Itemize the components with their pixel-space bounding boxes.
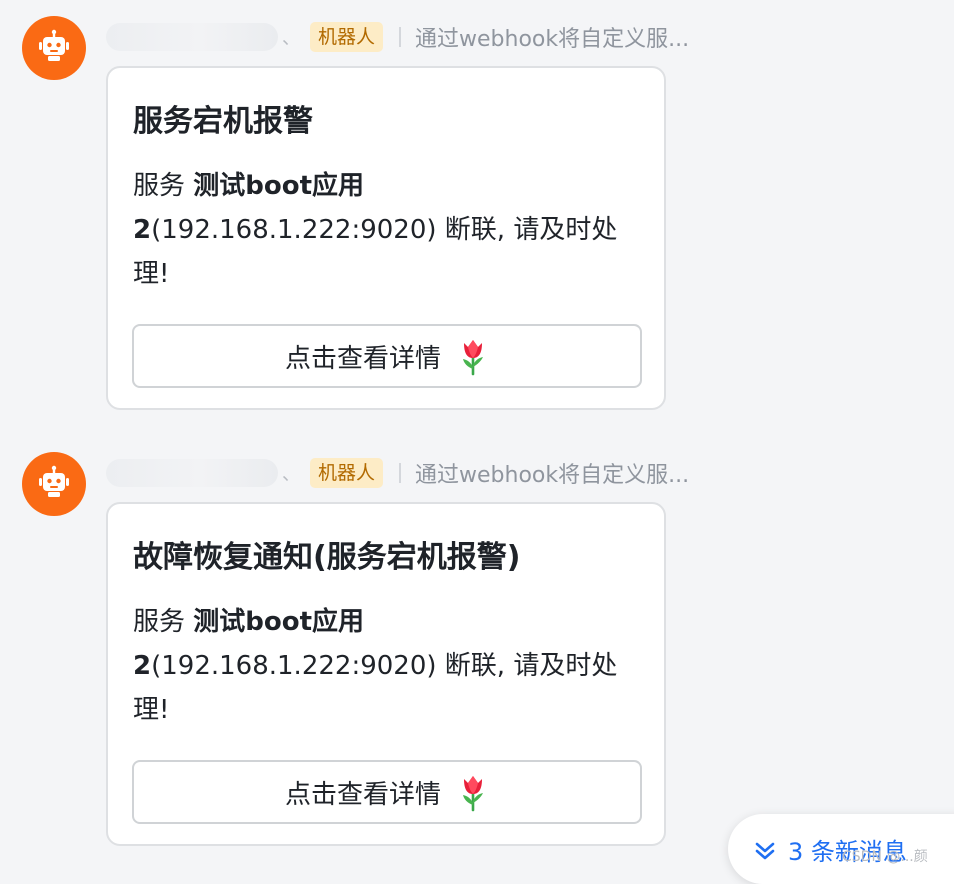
- sender-separator: 、: [282, 28, 300, 49]
- card-body-prefix: 服务: [133, 607, 194, 637]
- sender-separator: 、: [282, 464, 300, 485]
- card-title: 服务宕机报警: [133, 104, 313, 139]
- view-details-button[interactable]: 点击查看详情: [132, 760, 642, 824]
- bot-avatar[interactable]: [22, 16, 86, 80]
- bot-tag: 机器人: [310, 458, 384, 488]
- alert-card: 服务宕机报警 服务 测试boot应用2(192.168.1.222:9020) …: [106, 66, 666, 410]
- bot-avatar[interactable]: [22, 452, 86, 516]
- card-body: 服务 测试boot应用2(192.168.1.222:9020) 断联, 请及时…: [133, 164, 633, 296]
- card-body-detail: (192.168.1.222:9020) 断联, 请及时处理!: [133, 651, 618, 725]
- tulip-icon: [457, 336, 489, 376]
- header-divider: [399, 27, 402, 47]
- robot-icon: [37, 29, 71, 67]
- view-details-button[interactable]: 点击查看详情: [132, 324, 642, 388]
- card-title: 故障恢复通知(服务宕机报警): [133, 540, 521, 575]
- double-chevron-down-icon: [754, 840, 776, 862]
- view-details-label: 点击查看详情: [284, 779, 441, 810]
- bot-description: 通过webhook将自定义服...: [415, 27, 690, 52]
- view-details-label: 点击查看详情: [284, 343, 441, 374]
- bot-description: 通过webhook将自定义服...: [415, 463, 690, 488]
- message-header: 、 机器人 通过webhook将自定义服...: [106, 456, 689, 490]
- tulip-icon: [457, 772, 489, 812]
- watermark: CSDN @...颜: [842, 849, 928, 865]
- card-body-detail: (192.168.1.222:9020) 断联, 请及时处理!: [133, 215, 618, 289]
- card-body-prefix: 服务: [133, 171, 194, 201]
- robot-icon: [37, 465, 71, 503]
- header-divider: [399, 463, 402, 483]
- message-header: 、 机器人 通过webhook将自定义服...: [106, 20, 689, 54]
- card-body: 服务 测试boot应用2(192.168.1.222:9020) 断联, 请及时…: [133, 600, 633, 732]
- sender-name-redacted[interactable]: [106, 23, 278, 51]
- sender-name-redacted[interactable]: [106, 459, 278, 487]
- bot-tag: 机器人: [310, 22, 384, 52]
- recovery-card: 故障恢复通知(服务宕机报警) 服务 测试boot应用2(192.168.1.22…: [106, 502, 666, 846]
